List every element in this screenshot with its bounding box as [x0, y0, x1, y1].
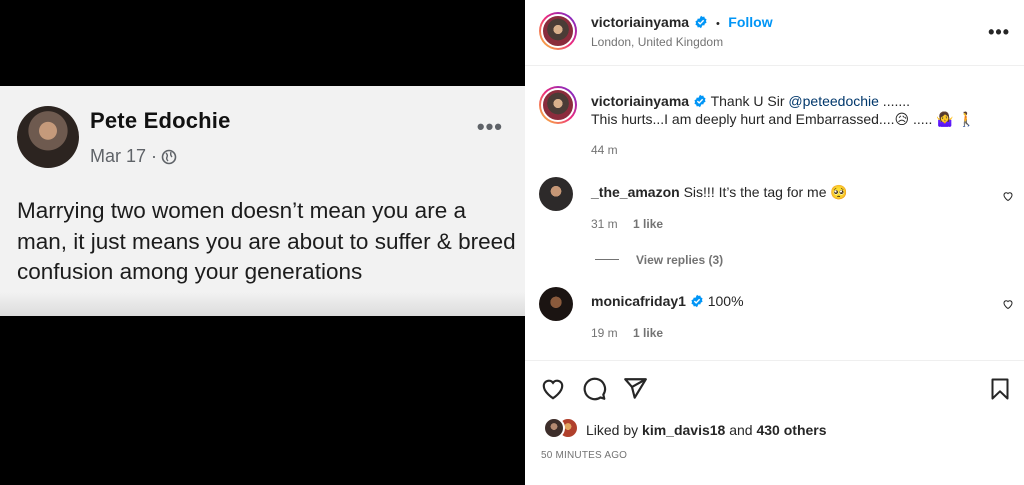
post-media[interactable]: Pete Edochie Mar 17 · ••• Marrying two w…	[0, 0, 525, 485]
fb-post-date: Mar 17 ·	[90, 146, 177, 167]
save-bookmark-icon[interactable]	[988, 376, 1012, 402]
view-replies-button[interactable]: View replies (3)	[636, 253, 723, 267]
comment-meta: 19 m 1 like	[591, 326, 663, 340]
mention-link[interactable]: @peteedochie	[788, 93, 879, 109]
like-comment-heart-icon[interactable]	[1002, 190, 1014, 202]
fb-avatar	[17, 106, 79, 168]
comment-likes[interactable]: 1 like	[633, 217, 663, 231]
facebook-post-screenshot: Pete Edochie Mar 17 · ••• Marrying two w…	[0, 86, 525, 316]
comment-time[interactable]: 19 m	[591, 326, 618, 340]
comment-username[interactable]: _the_amazon	[591, 184, 680, 200]
verified-badge-icon	[694, 94, 706, 108]
comment-text: Sis!!! It’s the tag for me 🥺	[683, 184, 848, 200]
share-send-icon[interactable]	[622, 376, 648, 402]
replies-line	[595, 259, 619, 260]
caption: victoriainyama Thank U Sir @peteedochie …	[591, 92, 1001, 128]
caption-time[interactable]: 44 m	[591, 143, 618, 157]
like-comment-heart-icon[interactable]	[1002, 298, 1014, 310]
post-timestamp[interactable]: 50 MINUTES AGO	[541, 450, 627, 461]
bottom-shade	[0, 292, 525, 316]
globe-icon	[161, 149, 177, 164]
caption-avatar[interactable]	[539, 86, 577, 124]
comment: _the_amazon Sis!!! It’s the tag for me 🥺	[591, 183, 848, 201]
author-avatar[interactable]	[539, 12, 577, 50]
comment-text: 100%	[707, 293, 744, 309]
likes-count-link[interactable]: 430 others	[756, 422, 826, 438]
fb-more-icon: •••	[476, 114, 503, 139]
separator-dot: •	[715, 18, 720, 30]
caption-text-1: Thank U Sir	[710, 93, 789, 109]
comment-bubble-icon[interactable]	[581, 376, 607, 402]
comment-likes[interactable]: 1 like	[633, 326, 663, 340]
post-sidebar: victoriainyama • Follow London, United K…	[525, 0, 1024, 485]
author-username[interactable]: victoriainyama	[591, 14, 689, 30]
commenter-avatar[interactable]	[539, 287, 573, 321]
verified-badge-icon	[695, 15, 707, 29]
fb-date-text: Mar 17 ·	[90, 146, 158, 166]
liker-username[interactable]: kim_davis18	[642, 422, 725, 438]
likes-prefix: Liked by	[586, 422, 643, 438]
comment: monicafriday1 100%	[591, 292, 744, 310]
more-options-icon[interactable]: •••	[988, 22, 1010, 43]
comment-username[interactable]: monicafriday1	[591, 293, 686, 309]
caption-text-1-end: .......	[878, 93, 911, 109]
liker-avatar[interactable]	[543, 417, 565, 439]
verified-badge-icon	[691, 294, 703, 308]
caption-text-2: This hurts...I am deeply hurt and Embarr…	[591, 111, 976, 127]
post-header: victoriainyama • Follow London, United K…	[525, 0, 1024, 66]
likes-summary: Liked by kim_davis18 and 430 others	[586, 421, 827, 439]
likes-middle: and	[725, 422, 757, 438]
post-location[interactable]: London, United Kingdom	[591, 35, 723, 49]
like-heart-icon[interactable]	[540, 376, 566, 402]
comment-meta: 31 m 1 like	[591, 217, 663, 231]
header-title-row: victoriainyama • Follow	[591, 14, 773, 32]
comment-time[interactable]: 31 m	[591, 217, 618, 231]
commenter-avatar[interactable]	[539, 177, 573, 211]
caption-username[interactable]: victoriainyama	[591, 93, 689, 109]
fb-post-text: Marrying two women doesn’t mean you are …	[17, 198, 516, 284]
post-actions: Liked by kim_davis18 and 430 others 50 M…	[525, 360, 1024, 485]
fb-author-name: Pete Edochie	[90, 108, 231, 133]
follow-button[interactable]: Follow	[728, 14, 772, 30]
